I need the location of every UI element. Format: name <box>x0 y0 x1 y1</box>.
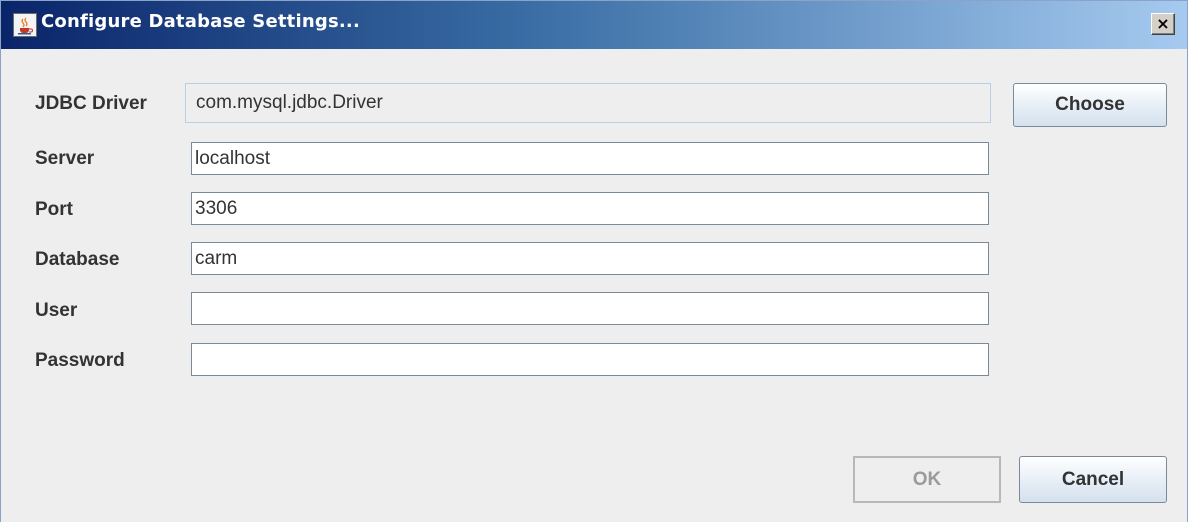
title-bar[interactable]: Configure Database Settings... × <box>1 1 1187 49</box>
ok-button[interactable]: OK <box>853 456 1001 503</box>
password-field[interactable] <box>191 343 989 376</box>
password-label: Password <box>35 350 125 371</box>
jdbc-driver-field <box>185 83 991 123</box>
port-field[interactable] <box>191 192 989 225</box>
cancel-button[interactable]: Cancel <box>1019 456 1167 503</box>
database-field[interactable] <box>191 242 989 275</box>
jdbc-driver-label: JDBC Driver <box>35 93 147 114</box>
java-coffee-cup-icon <box>13 13 37 37</box>
database-label: Database <box>35 249 120 270</box>
configure-database-dialog: Configure Database Settings... × JDBC Dr… <box>0 0 1188 522</box>
port-label: Port <box>35 199 73 220</box>
user-label: User <box>35 300 78 321</box>
user-field[interactable] <box>191 292 989 325</box>
choose-button[interactable]: Choose <box>1013 83 1167 127</box>
server-field[interactable] <box>191 142 989 175</box>
server-label: Server <box>35 148 95 169</box>
dialog-title: Configure Database Settings... <box>41 11 360 32</box>
close-button[interactable]: × <box>1151 13 1175 35</box>
